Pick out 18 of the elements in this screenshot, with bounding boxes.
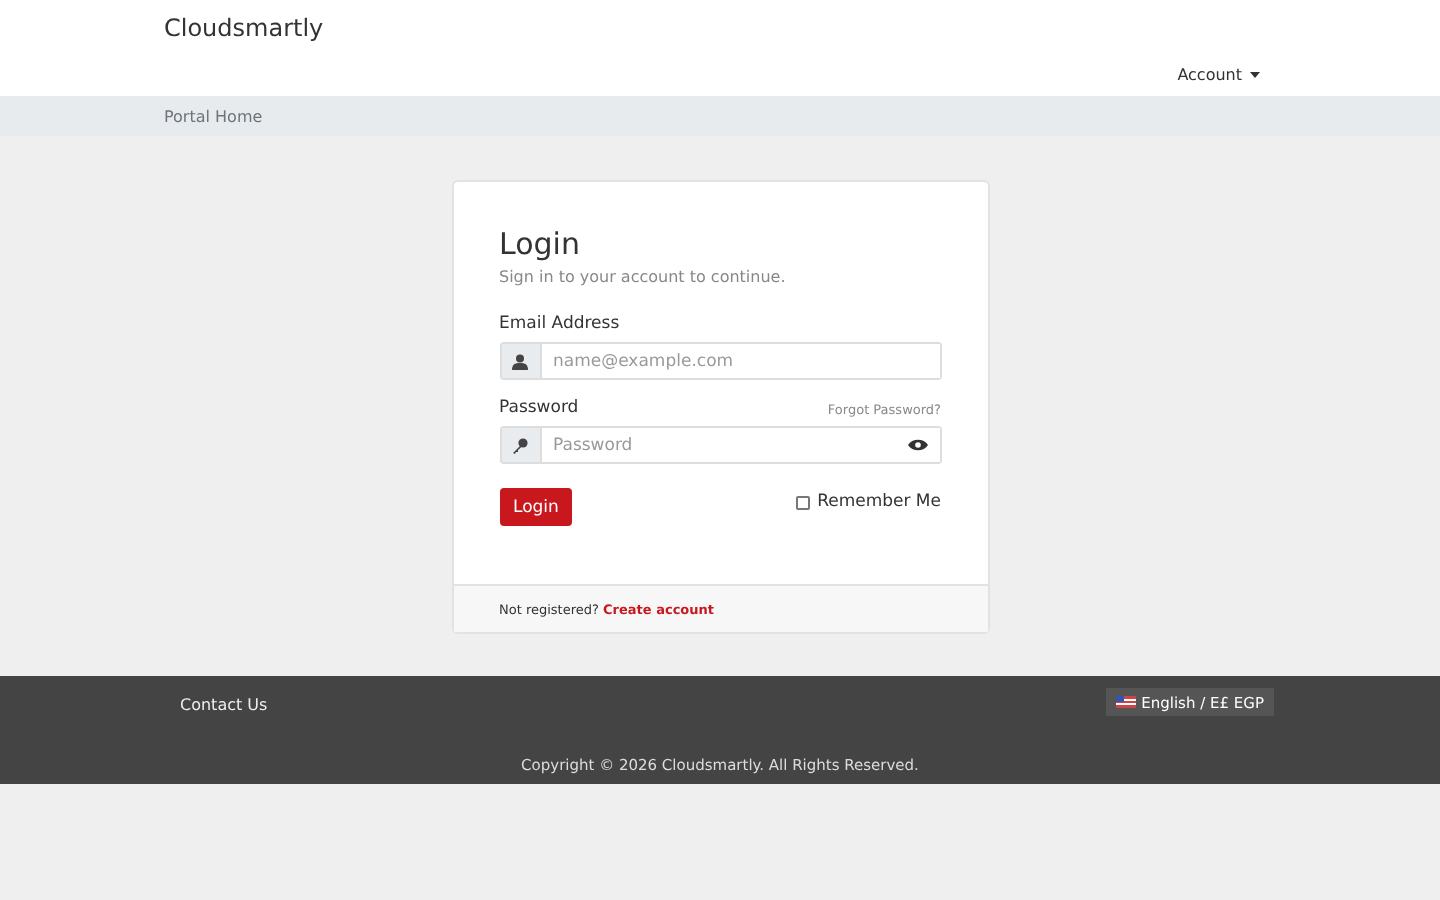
key-icon	[512, 437, 528, 453]
login-title: Login	[499, 226, 582, 262]
email-label: Email Address	[499, 314, 620, 334]
user-icon	[512, 353, 528, 369]
flag-icon	[1115, 696, 1136, 708]
eye-icon[interactable]	[907, 438, 927, 452]
login-button[interactable]: Login	[499, 488, 573, 526]
remember-checkbox[interactable]	[795, 495, 810, 509]
password-field[interactable]: Password	[499, 426, 941, 464]
account-menu[interactable]: Account	[1177, 66, 1260, 84]
breadcrumb-link[interactable]: Portal Home	[164, 107, 263, 125]
contact-link[interactable]: Contact Us	[180, 696, 268, 714]
email-field[interactable]: name@example.com	[499, 342, 941, 380]
login-subtitle: Sign in to your account to continue.	[499, 268, 788, 286]
caret-icon	[1250, 72, 1260, 78]
brand-name[interactable]: Cloudsmartly	[164, 14, 324, 42]
password-label: Password	[499, 398, 579, 418]
remember-label: Remember Me	[817, 492, 941, 512]
